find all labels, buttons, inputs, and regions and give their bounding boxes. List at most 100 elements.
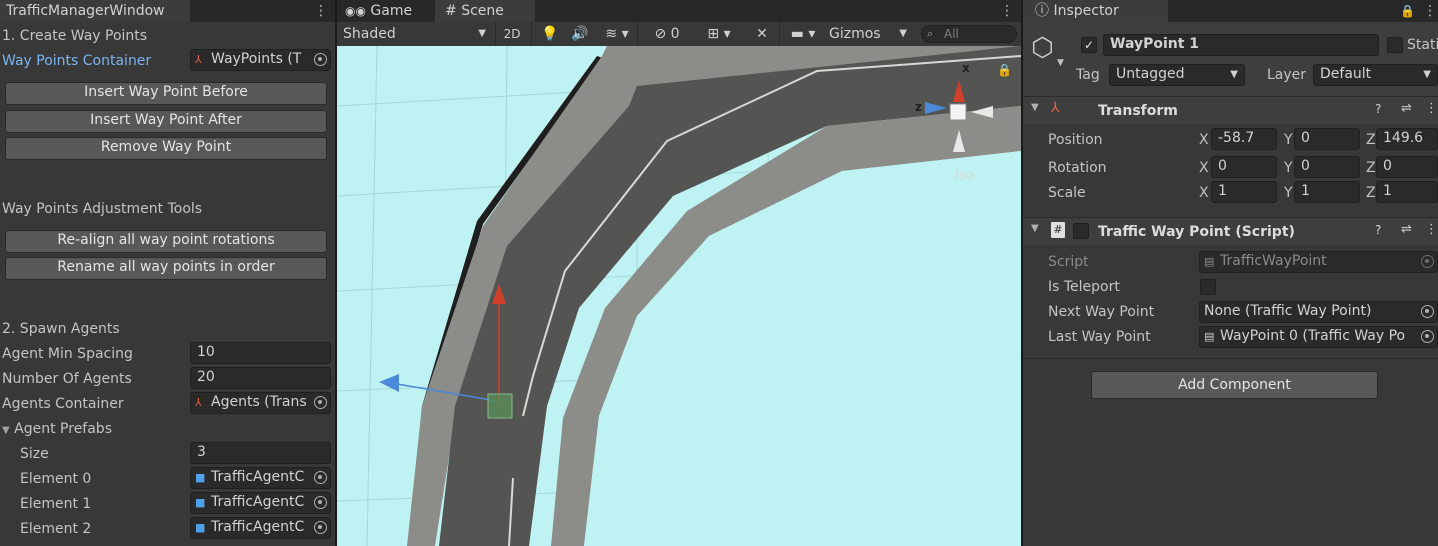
tag-label: Tag (1076, 67, 1100, 83)
preset-icon[interactable]: ⇌ (1401, 101, 1412, 116)
chevron-down-icon: ▼ (478, 28, 486, 39)
rotation-x-axis-label[interactable]: X (1199, 159, 1209, 177)
hidden-objects-toggle[interactable]: ⊘ 0 (642, 22, 692, 46)
object-picker-icon[interactable] (314, 471, 327, 484)
scale-z-field[interactable]: 1 (1376, 181, 1438, 203)
position-y-field[interactable]: 0 (1294, 128, 1360, 150)
scale-y-axis-label[interactable]: Y (1284, 184, 1293, 202)
object-picker-icon[interactable] (1421, 330, 1434, 343)
traffic-window-tabstrip: TrafficManagerWindow ⋮ (0, 0, 335, 22)
move-handle-plane (487, 393, 513, 419)
is-teleport-checkbox[interactable] (1200, 279, 1216, 295)
rotation-z-axis-label[interactable]: Z (1366, 159, 1376, 177)
rotation-y-axis-label[interactable]: Y (1284, 159, 1293, 177)
help-icon[interactable]: ? (1375, 102, 1381, 116)
scale-z-axis-label[interactable]: Z (1366, 184, 1376, 202)
insert-waypoint-after-button[interactable]: Insert Way Point After (5, 110, 327, 133)
waypoints-container-label: Way Points Container (2, 53, 152, 69)
element-1-field[interactable]: ■ TrafficAgentC (190, 492, 331, 514)
scene-grid-icon: # (445, 3, 457, 19)
component-enabled-checkbox[interactable] (1073, 223, 1089, 239)
agent-min-spacing-field[interactable]: 10 (190, 342, 331, 364)
waypoints-container-field[interactable]: ⅄ WayPoints (T (190, 49, 331, 71)
tools-icon[interactable]: ✕ (749, 22, 775, 46)
gizmos-dropdown[interactable]: Gizmos ▼ (827, 22, 913, 46)
element-0-field[interactable]: ■ TrafficAgentC (190, 467, 331, 489)
lighting-icon[interactable]: 💡 (537, 22, 563, 46)
position-z-axis-label[interactable]: Z (1366, 131, 1376, 149)
tab-scene[interactable]: # Scene (435, 0, 535, 22)
effects-icon[interactable]: ≋ ▾ (599, 22, 635, 46)
position-x-axis-label[interactable]: X (1199, 131, 1209, 149)
insert-waypoint-before-button[interactable]: Insert Way Point Before (5, 82, 327, 105)
grid-snap-icon[interactable]: ⊞ ▾ (697, 22, 741, 46)
scene-search-field[interactable]: ⌕ All (921, 25, 1017, 43)
game-controller-icon: ◉◉ (345, 4, 366, 18)
last-waypoint-field[interactable]: ▤ WayPoint 0 (Traffic Way Po (1199, 326, 1438, 348)
agent-prefabs-foldout[interactable]: ▼ Agent Prefabs (2, 420, 112, 440)
inspector-menu-icon[interactable]: ⋮ (1423, 0, 1437, 22)
traffic-waypoint-title: Traffic Way Point (Script) (1098, 224, 1295, 240)
layer-dropdown[interactable]: Default ▼ (1313, 64, 1438, 86)
shading-mode-dropdown[interactable]: Shaded ▼ (337, 22, 492, 46)
scale-x-field[interactable]: 1 (1211, 181, 1277, 203)
script-label: Script (1048, 254, 1089, 270)
prefabs-size-label: Size (20, 446, 49, 462)
position-x-field[interactable]: -58.7 (1211, 128, 1277, 150)
rotation-x-field[interactable]: 0 (1211, 156, 1277, 178)
remove-waypoint-button[interactable]: Remove Way Point (5, 137, 327, 160)
scale-y-field[interactable]: 1 (1294, 181, 1360, 203)
tab-inspector[interactable]: ⓘ Inspector (1023, 0, 1168, 22)
gizmo-iso-label[interactable]: Iso (955, 168, 974, 183)
component-menu-icon[interactable]: ⋮ (1425, 101, 1438, 116)
object-picker-icon[interactable] (314, 521, 327, 534)
tab-traffic-manager[interactable]: TrafficManagerWindow (0, 0, 190, 22)
tag-dropdown[interactable]: Untagged ▼ (1109, 64, 1245, 86)
preset-icon[interactable]: ⇌ (1401, 222, 1412, 237)
chevron-down-icon: ▼ (1057, 58, 1064, 68)
object-name-field[interactable]: WayPoint 1 (1103, 34, 1379, 56)
element-2-field[interactable]: ■ TrafficAgentC (190, 517, 331, 539)
audio-icon[interactable]: 🔊 (567, 22, 593, 46)
element-1-value: TrafficAgentC (211, 494, 305, 510)
shading-mode-value: Shaded (343, 26, 396, 42)
prefabs-size-field[interactable]: 3 (190, 442, 331, 464)
object-picker-icon[interactable] (314, 496, 327, 509)
inspector-lock-icon[interactable]: 🔒 (1400, 0, 1415, 22)
object-picker-icon[interactable] (314, 396, 327, 409)
rotation-y-field[interactable]: 0 (1294, 156, 1360, 178)
traffic-waypoint-header[interactable]: ▼ # Traffic Way Point (Script) ? ⇌ ⋮ (1023, 217, 1438, 245)
rename-waypoints-button[interactable]: Rename all way points in order (5, 257, 327, 280)
transform-header[interactable]: ▼ ⅄ Transform ? ⇌ ⋮ (1023, 96, 1438, 124)
camera-icon[interactable]: ▬ ▾ (783, 22, 823, 46)
position-z-field[interactable]: 149.6 (1376, 128, 1438, 150)
add-component-button[interactable]: Add Component (1091, 371, 1378, 399)
position-label: Position (1048, 132, 1103, 148)
rotation-z-field[interactable]: 0 (1376, 156, 1438, 178)
number-of-agents-field[interactable]: 20 (190, 367, 331, 389)
static-checkbox[interactable] (1387, 37, 1403, 53)
object-picker-icon[interactable] (1421, 305, 1434, 318)
scale-x-axis-label[interactable]: X (1199, 184, 1209, 202)
toggle-2d-button[interactable]: 2D (497, 22, 527, 46)
help-icon[interactable]: ? (1375, 223, 1381, 237)
realign-rotations-button[interactable]: Re-align all way point rotations (5, 230, 327, 253)
divider (335, 0, 337, 546)
component-menu-icon[interactable]: ⋮ (1425, 222, 1438, 237)
scene-menu-icon[interactable]: ⋮ (1000, 0, 1014, 22)
transform-icon: ⅄ (195, 396, 202, 409)
agents-container-field[interactable]: ⅄ Agents (Trans (190, 392, 331, 414)
object-picker-icon[interactable] (314, 53, 327, 66)
agents-container-value: Agents (Trans (211, 394, 307, 410)
gameobject-cube-icon[interactable]: ⬡ (1031, 34, 1059, 62)
active-checkbox[interactable]: ✓ (1081, 37, 1097, 53)
traffic-window-menu-icon[interactable]: ⋮ (314, 0, 328, 22)
tab-game[interactable]: ◉◉ Game (345, 0, 435, 22)
next-waypoint-field[interactable]: None (Traffic Way Point) (1199, 301, 1438, 323)
lock-icon[interactable]: 🔒 (997, 63, 1012, 77)
inspector-tabstrip: ⓘ Inspector 🔒 ⋮ (1023, 0, 1438, 22)
position-y-axis-label[interactable]: Y (1284, 131, 1293, 149)
last-waypoint-label: Last Way Point (1048, 329, 1151, 345)
scene-viewport[interactable]: x z Iso 🔒 (337, 46, 1021, 546)
divider (1023, 358, 1438, 359)
